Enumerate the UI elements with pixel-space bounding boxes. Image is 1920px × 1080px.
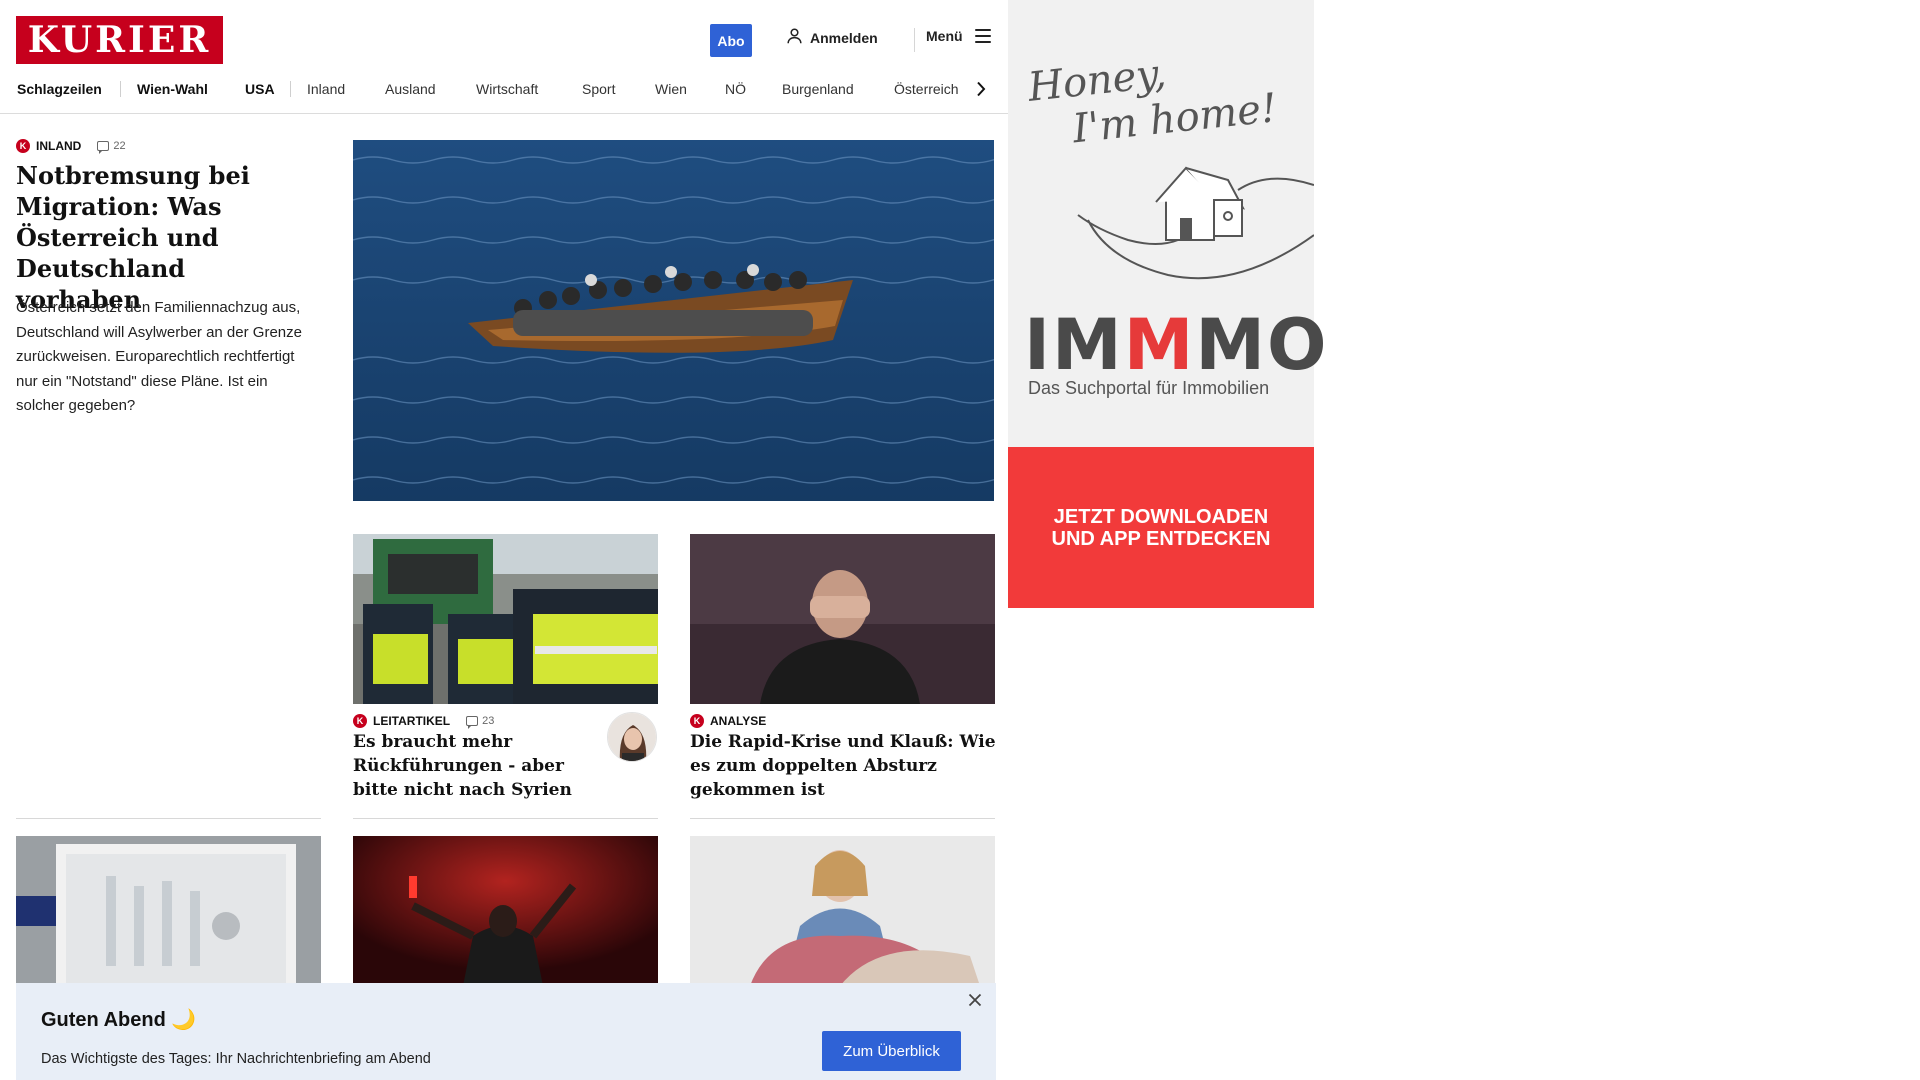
login-button[interactable]: Anmelden [787, 28, 878, 47]
card1-comment-count: 23 [482, 715, 495, 727]
ad-cta-line2: UND APP ENTDECKEN [1051, 527, 1271, 550]
nav-separator [120, 81, 121, 97]
ad-cta-line1: JETZT DOWNLOADEN [1053, 505, 1269, 528]
nav-item-burgenland[interactable]: Burgenland [782, 78, 854, 100]
comment-icon [97, 141, 110, 154]
header-divider [914, 28, 915, 52]
lead-comment-count: 22 [113, 140, 126, 152]
login-label: Anmelden [810, 29, 878, 46]
overview-button[interactable]: Zum Überblick [822, 1031, 961, 1071]
card-image-rapid-coach[interactable] [690, 534, 995, 704]
hand-house-icon [1068, 160, 1315, 290]
lead-teaser[interactable]: Österreich setzt den Familiennachzug aus… [16, 296, 316, 419]
logo-text: KURIER [27, 19, 212, 61]
author-avatar[interactable] [607, 712, 657, 762]
kurier-k-icon: K [16, 139, 30, 153]
card2-meta: K ANALYSE [690, 714, 766, 728]
hamburger-icon [974, 29, 991, 43]
immmo-ad[interactable]: Honey, I'm home! IMMMO Das Suchportal fü… [1008, 0, 1327, 608]
chevron-right-icon[interactable] [976, 78, 990, 100]
lead-image-migrant-boat[interactable] [353, 140, 994, 501]
lead-meta: K INLAND 22 [16, 139, 126, 154]
card-image-police[interactable] [353, 534, 658, 704]
card1-meta: K LEITARTIKEL 23 [353, 714, 495, 729]
card-image-concert[interactable] [353, 836, 658, 986]
ad-script-text: Honey, I'm home! [1026, 39, 1279, 156]
kurier-k-icon: K [690, 714, 704, 728]
brand-part-b: M [1123, 304, 1196, 386]
site-header: KURIER Abo Anmelden Menü Schlagzeilen Wi… [0, 0, 1008, 114]
lead-headline[interactable]: Notbremsung bei Migration: Was Österreic… [16, 160, 316, 315]
divider [16, 818, 321, 819]
brand-part-a: IM [1024, 304, 1124, 386]
nav-item-ausland[interactable]: Ausland [385, 78, 436, 100]
immmo-logo: IMMMO [1024, 310, 1329, 380]
card2-headline[interactable]: Die Rapid-Krise und Klauß: Wie es zum do… [690, 730, 996, 802]
card-image-medical-cabinet[interactable] [16, 836, 321, 986]
nav-item-oesterreich[interactable]: Österreich [894, 78, 959, 100]
ad-cta-button[interactable]: JETZT DOWNLOADEN UND APP ENTDECKEN [1008, 447, 1314, 608]
card-image-woman-clothes[interactable] [690, 836, 995, 986]
kurier-logo[interactable]: KURIER [16, 16, 223, 64]
brand-part-c: MO [1195, 304, 1329, 386]
menu-button[interactable]: Menü [926, 28, 991, 44]
lead-kicker[interactable]: INLAND [36, 139, 81, 153]
close-icon[interactable] [966, 991, 984, 1009]
nav-item-usa[interactable]: USA [245, 78, 275, 100]
nav-item-sport[interactable]: Sport [582, 78, 615, 100]
nav-item-schlagzeilen[interactable]: Schlagzeilen [17, 78, 102, 100]
kurier-k-icon: K [353, 714, 367, 728]
nav-item-wien-wahl[interactable]: Wien-Wahl [137, 78, 208, 100]
banner-title: Guten Abend 🌙 [41, 1009, 197, 1031]
menu-label: Menü [926, 28, 963, 44]
divider [353, 818, 658, 819]
comment-icon [466, 716, 479, 729]
user-icon [787, 28, 802, 47]
card1-headline[interactable]: Es braucht mehr Rückführungen - aber bit… [353, 730, 601, 802]
divider [690, 818, 995, 819]
nav-item-noe[interactable]: NÖ [725, 78, 746, 100]
card1-kicker[interactable]: LEITARTIKEL [373, 714, 450, 728]
banner-text: Das Wichtigste des Tages: Ihr Nachrichte… [41, 1051, 431, 1067]
evening-briefing-banner: Guten Abend 🌙 Das Wichtigste des Tages: … [16, 983, 996, 1080]
ad-subtitle: Das Suchportal für Immobilien [1028, 378, 1270, 398]
nav-item-inland[interactable]: Inland [307, 78, 345, 100]
abo-button[interactable]: Abo [710, 24, 752, 57]
section-nav: Schlagzeilen Wien-Wahl USA Inland Auslan… [0, 78, 1008, 100]
nav-item-wien[interactable]: Wien [655, 78, 687, 100]
card2-kicker[interactable]: ANALYSE [710, 714, 766, 728]
card1-comments[interactable]: 23 [466, 715, 495, 729]
nav-separator [290, 81, 291, 97]
nav-item-wirtschaft[interactable]: Wirtschaft [476, 78, 538, 100]
lead-comments[interactable]: 22 [97, 140, 126, 154]
